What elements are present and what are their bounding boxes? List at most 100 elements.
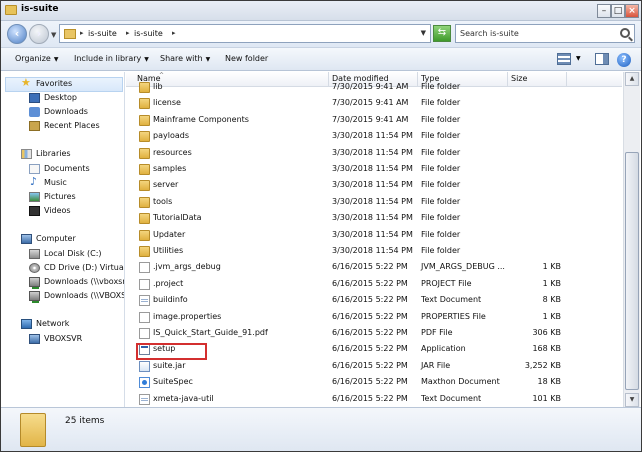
- file-size: 8 KB: [542, 295, 561, 305]
- hard-disk-icon: [29, 249, 40, 259]
- chevron-down-icon[interactable]: ▼: [576, 55, 581, 62]
- folder-icon: [139, 229, 150, 241]
- recent-places-icon: [29, 121, 40, 131]
- folder-icon: [139, 246, 150, 257]
- address-dropdown-icon[interactable]: ▼: [421, 29, 426, 37]
- nav-item-label: Downloads (\\VBOXSVR: [44, 291, 124, 300]
- file-type: File folder: [421, 196, 461, 206]
- file-date-modified: 3/30/2018 11:54 PM: [332, 229, 413, 239]
- breadcrumb-separator-icon[interactable]: ▸: [80, 29, 84, 37]
- file-name: resources: [153, 147, 192, 157]
- table-row[interactable]: buildinfo 6/16/2015 5:22 PM Text Document 8…: [126, 293, 622, 309]
- search-input[interactable]: Search is-suite: [455, 24, 635, 43]
- file-icon: [139, 278, 150, 290]
- network-drive-icon: [29, 291, 40, 303]
- recent-pages-dropdown-icon[interactable]: ▼: [51, 31, 56, 39]
- table-row[interactable]: .jvm_args_debug 6/16/2015 5:22 PM JVM_ARGS…: [126, 260, 622, 276]
- file-name: Utilities: [153, 246, 184, 255]
- network-drive-icon: [29, 277, 40, 289]
- file-type: JAR File: [421, 360, 451, 370]
- file-type: Text Document: [421, 295, 482, 305]
- file-type: File folder: [421, 180, 461, 190]
- file-date-modified: 7/30/2015 9:41 AM: [332, 114, 409, 124]
- file-date-modified: 3/30/2018 11:54 PM: [332, 180, 413, 190]
- table-row[interactable]: lib 7/30/2015 9:41 AM File folder: [126, 80, 622, 96]
- table-row[interactable]: Updater 3/30/2018 11:54 PM File folder: [126, 228, 622, 244]
- address-bar[interactable]: ▸ is-suite ▸ is-suite ▸ ▼: [59, 24, 431, 43]
- table-row[interactable]: TutorialData 3/30/2018 11:54 PM File folde…: [126, 211, 622, 227]
- file-name: IS_Quick_Start_Guide_91.pdf: [153, 328, 268, 337]
- libraries-icon: [21, 149, 32, 159]
- change-view-icon[interactable]: [557, 53, 571, 65]
- file-size: 1 KB: [542, 278, 561, 288]
- file-type: Text Document: [421, 393, 482, 403]
- forward-button[interactable]: ›: [29, 24, 49, 44]
- details-pane: 25 items: [1, 407, 641, 451]
- file-icon: [139, 262, 150, 274]
- file-name: samples: [153, 164, 187, 173]
- table-row[interactable]: image.properties 6/16/2015 5:22 PM PROPERT…: [126, 310, 622, 326]
- table-row[interactable]: SuiteSpec 6/16/2015 5:22 PM Maxthon Docume…: [126, 375, 622, 391]
- pictures-icon: [29, 192, 40, 202]
- vertical-scrollbar[interactable]: ▲ ▼: [623, 72, 640, 407]
- file-type: File folder: [421, 114, 461, 124]
- file-type: PROJECT File: [421, 278, 472, 288]
- table-row[interactable]: IS_Quick_Start_Guide_91.pdf 6/16/2015 5:2…: [126, 326, 622, 342]
- file-type: File folder: [421, 131, 461, 141]
- new-folder-button[interactable]: New folder: [225, 54, 268, 63]
- nav-item-label: Local Disk (C:): [44, 249, 102, 258]
- breadcrumb-item[interactable]: is-suite: [88, 29, 117, 38]
- file-type: File folder: [421, 82, 461, 91]
- file-type: PROPERTIES File: [421, 311, 486, 321]
- refresh-button[interactable]: ⇆: [433, 25, 451, 42]
- preview-pane-icon[interactable]: [595, 53, 609, 65]
- breadcrumb-separator-icon[interactable]: ▸: [126, 29, 130, 37]
- file-list[interactable]: Name ^ Date modified Type Size lib 7/30/2…: [126, 72, 622, 407]
- share-with-button[interactable]: Share with ▼: [160, 54, 210, 63]
- table-row[interactable]: samples 3/30/2018 11:54 PM File folder: [126, 162, 622, 178]
- table-row[interactable]: payloads 3/30/2018 11:54 PM File folder: [126, 129, 622, 145]
- star-icon: [21, 76, 32, 89]
- table-row[interactable]: tools 3/30/2018 11:54 PM File folder: [126, 195, 622, 211]
- file-type: File folder: [421, 98, 461, 108]
- breadcrumb-item[interactable]: is-suite: [134, 29, 163, 38]
- navigation-pane[interactable]: Favorites Desktop Downloads Recent Place…: [1, 72, 125, 407]
- close-button[interactable]: ×: [625, 4, 639, 18]
- back-button[interactable]: ‹: [7, 24, 27, 44]
- breadcrumb-separator-icon[interactable]: ▸: [172, 29, 176, 37]
- table-row[interactable]: .project 6/16/2015 5:22 PM PROJECT File 1 K…: [126, 277, 622, 293]
- table-row[interactable]: server 3/30/2018 11:54 PM File folder: [126, 178, 622, 194]
- help-icon[interactable]: ?: [617, 53, 631, 67]
- table-row[interactable]: Mainframe Components 7/30/2015 9:41 AM Fil…: [126, 113, 622, 129]
- file-type: File folder: [421, 229, 461, 239]
- folder-icon: [139, 114, 150, 126]
- file-name: suite.jar: [153, 360, 186, 370]
- folder-icon: [139, 213, 150, 225]
- table-row[interactable]: suite.jar 6/16/2015 5:22 PM JAR File 3,252 …: [126, 359, 622, 375]
- table-row[interactable]: license 7/30/2015 9:41 AM File folder: [126, 96, 622, 112]
- organize-button[interactable]: Organize ▼: [15, 54, 58, 63]
- folder-icon: [139, 164, 150, 175]
- search-icon[interactable]: [620, 28, 630, 38]
- table-row[interactable]: Utilities 3/30/2018 11:54 PM File folder: [126, 244, 622, 260]
- file-date-modified: 3/30/2018 11:54 PM: [332, 196, 413, 206]
- table-row[interactable]: xmeta-java-util 6/16/2015 5:22 PM Text Doc…: [126, 392, 622, 407]
- computer-icon: [21, 234, 32, 244]
- file-name: xmeta-java-util: [153, 393, 214, 403]
- file-date-modified: 6/16/2015 5:22 PM: [332, 360, 408, 370]
- file-name: .project: [153, 278, 184, 288]
- file-name: SuiteSpec: [153, 377, 193, 387]
- title-bar[interactable]: is-suite – □ ×: [1, 1, 641, 21]
- file-date-modified: 3/30/2018 11:54 PM: [332, 131, 413, 141]
- file-date-modified: 7/30/2015 9:41 AM: [332, 98, 409, 108]
- minimize-button[interactable]: –: [597, 4, 611, 18]
- include-in-library-button[interactable]: Include in library ▼: [74, 54, 149, 63]
- file-type: File folder: [421, 147, 461, 157]
- file-size: 168 KB: [532, 344, 561, 354]
- scroll-up-icon[interactable]: ▲: [625, 72, 639, 86]
- maximize-button[interactable]: □: [611, 4, 625, 18]
- folder-icon: [139, 180, 150, 192]
- scroll-thumb[interactable]: [625, 152, 639, 390]
- scroll-down-icon[interactable]: ▼: [625, 393, 639, 407]
- table-row[interactable]: resources 3/30/2018 11:54 PM File folder: [126, 146, 622, 162]
